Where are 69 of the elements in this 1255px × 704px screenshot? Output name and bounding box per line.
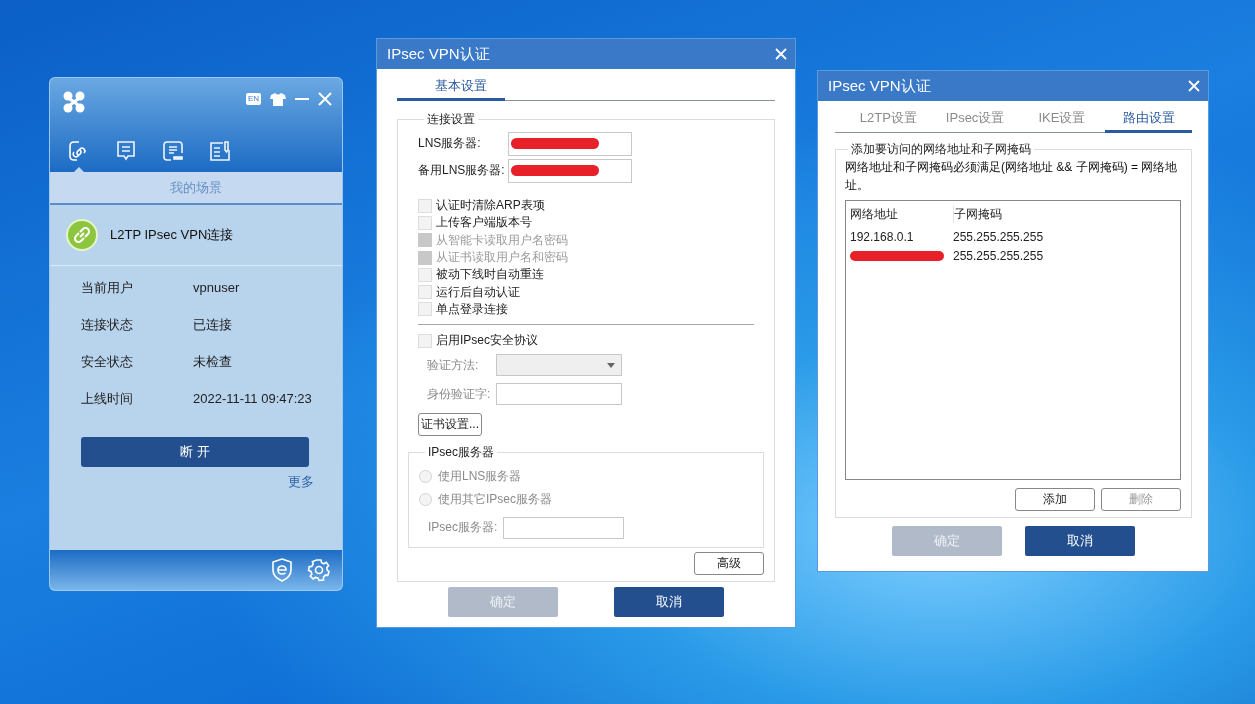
checkbox[interactable] bbox=[418, 267, 432, 282]
radio-label: 使用其它IPsec服务器 bbox=[438, 491, 552, 509]
checkbox-label: 从证书读取用户名和密码 bbox=[436, 249, 568, 267]
field-label: 备用LNS服务器: bbox=[418, 162, 506, 179]
field-label: LNS服务器: bbox=[418, 135, 482, 152]
cancel-button[interactable]: 取消 bbox=[614, 587, 724, 617]
radio-label: 使用LNS服务器 bbox=[438, 468, 522, 486]
tab[interactable]: L2TP设置 bbox=[845, 107, 932, 133]
connection-name[interactable]: L2TP IPsec VPN连接 bbox=[110, 226, 234, 244]
table-cell: 255.255.255.255 bbox=[953, 229, 1044, 244]
window-title: IPsec VPN认证 bbox=[387, 44, 490, 64]
tab[interactable]: IKE设置 bbox=[1018, 107, 1106, 133]
checkbox-label: 运行后自动认证 bbox=[436, 283, 520, 301]
tab[interactable]: 路由设置 bbox=[1105, 107, 1192, 133]
window-title: IPsec VPN认证 bbox=[828, 76, 931, 96]
dropdown[interactable] bbox=[496, 354, 622, 377]
close-icon[interactable] bbox=[775, 48, 787, 60]
disconnect-button[interactable]: 断 开 bbox=[81, 437, 309, 467]
more-link[interactable]: 更多 bbox=[288, 473, 314, 491]
field-label: 验证方法: bbox=[426, 356, 480, 374]
column-header[interactable]: 网络地址 bbox=[846, 205, 954, 223]
checkbox-label: 启用IPsec安全协议 bbox=[436, 332, 538, 350]
table-cell: 255.255.255.255 bbox=[953, 248, 1044, 263]
info-value: vpnuser bbox=[193, 280, 240, 295]
certificate-settings-button[interactable]: 证书设置... bbox=[418, 413, 482, 437]
link-icon bbox=[66, 219, 98, 251]
checkbox-label: 被动下线时自动重连 bbox=[436, 266, 544, 284]
info-value: 2022-11-11 09:47:23 bbox=[193, 391, 312, 406]
language-button[interactable]: EN bbox=[245, 93, 261, 105]
tab[interactable]: 基本设置 bbox=[397, 75, 505, 101]
tab[interactable]: IPsec设置 bbox=[931, 107, 1019, 133]
checkbox-label: 认证时清除ARP表项 bbox=[436, 197, 545, 215]
add-button[interactable]: 添加 bbox=[1015, 488, 1095, 511]
logo-icon bbox=[62, 90, 86, 114]
column-header[interactable]: 子网掩码 bbox=[954, 205, 1002, 223]
dropdown-arrow-icon bbox=[607, 362, 615, 368]
input-field[interactable] bbox=[496, 383, 622, 406]
settings-icon[interactable] bbox=[307, 558, 331, 582]
info-label: 当前用户 bbox=[81, 278, 134, 297]
input-field[interactable] bbox=[503, 516, 625, 539]
shirt-icon[interactable] bbox=[270, 92, 286, 106]
group-title: 添加要访问的网络地址和子网掩码 bbox=[850, 141, 1032, 158]
info-label: 连接状态 bbox=[81, 315, 134, 334]
info-value: 已连接 bbox=[193, 315, 232, 334]
field-label: 身份验证字: bbox=[426, 385, 492, 403]
info-label: 安全状态 bbox=[81, 352, 134, 371]
group-title: IPsec服务器 bbox=[427, 444, 495, 462]
input-field[interactable] bbox=[508, 131, 632, 156]
checkbox[interactable] bbox=[418, 215, 432, 230]
checkbox[interactable] bbox=[418, 302, 432, 317]
cancel-button[interactable]: 取消 bbox=[1025, 526, 1135, 556]
checkbox[interactable] bbox=[418, 285, 432, 300]
input-field[interactable] bbox=[508, 158, 632, 183]
hint-text: 网络地址和子网掩码必须满足(网络地址 && 子网掩码) = 网络地址。 bbox=[845, 159, 1179, 194]
checkbox[interactable] bbox=[418, 333, 432, 348]
checkbox-label: 上传客户端版本号 bbox=[436, 214, 532, 232]
table-cell-text: 192.168.0.1 bbox=[849, 229, 915, 244]
info-value: 未检查 bbox=[193, 352, 232, 371]
checkbox-label: 从智能卡读取用户名密码 bbox=[436, 231, 568, 249]
info-label: 上线时间 bbox=[81, 389, 134, 408]
checkbox-label: 单点登录连接 bbox=[436, 300, 508, 318]
checkbox[interactable] bbox=[418, 198, 432, 213]
group-title: 连接设置 bbox=[426, 111, 476, 128]
close-icon[interactable] bbox=[318, 92, 332, 106]
field-label: IPsec服务器: bbox=[428, 519, 498, 537]
close-icon[interactable] bbox=[1188, 80, 1200, 92]
advanced-button[interactable]: 高级 bbox=[694, 552, 764, 576]
section-title: 我的场景 bbox=[170, 178, 222, 197]
shield-icon[interactable] bbox=[271, 558, 293, 582]
